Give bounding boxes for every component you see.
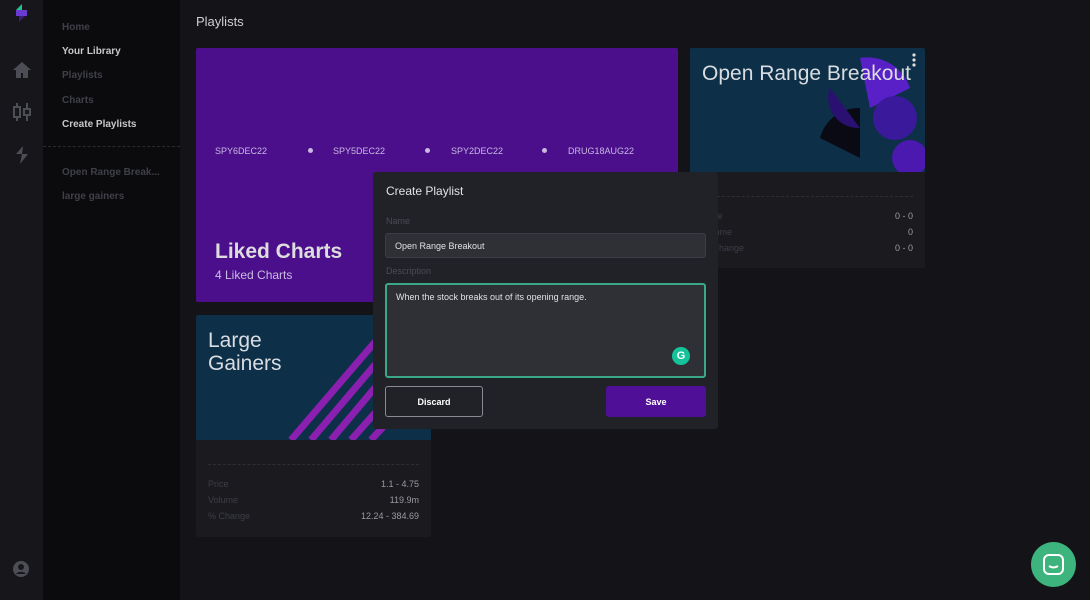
- account-icon[interactable]: [13, 561, 29, 577]
- ticker: SPY5DEC22: [333, 146, 386, 156]
- sidebar-item-playlists[interactable]: Playlists: [62, 70, 103, 81]
- chat-icon: [1043, 554, 1064, 575]
- sidebar-item-home[interactable]: Home: [62, 22, 90, 33]
- candlestick-icon[interactable]: [12, 102, 32, 122]
- playlist-stats: Price0 - 0 Volume0 % Change0 - 0: [702, 196, 913, 259]
- liked-charts-count: 4 Liked Charts: [215, 268, 293, 282]
- save-button[interactable]: Save: [606, 386, 706, 417]
- ticker: SPY2DEC22: [451, 146, 504, 156]
- description-label: Description: [386, 266, 432, 276]
- stat-row: Volume 119.9m: [208, 495, 419, 505]
- ticker: SPY6DEC22: [215, 146, 268, 156]
- description-textarea[interactable]: When the stock breaks out of its opening…: [385, 283, 706, 378]
- stat-row: Price 1.1 - 4.75: [208, 479, 419, 489]
- playlist-name: Large Gainers: [208, 329, 282, 375]
- more-options-icon[interactable]: [912, 53, 916, 67]
- page-title: Playlists: [196, 14, 244, 29]
- stat-row: % Change 12.24 - 384.69: [208, 511, 419, 521]
- sidebar-divider: [43, 146, 180, 147]
- dot-separator: [425, 148, 430, 153]
- playlist-stats: Price 1.1 - 4.75 Volume 119.9m % Change 12.…: [208, 464, 419, 527]
- create-playlist-dialog: Create Playlist Name Open Range Breakout…: [373, 172, 718, 429]
- sidebar-item-your-library[interactable]: Your Library: [62, 46, 121, 57]
- stat-row: Price0 - 0: [702, 211, 913, 221]
- playlist-cover: Open Range Breakout: [690, 48, 925, 172]
- ticker: DRUG18AUG22: [568, 146, 635, 156]
- playlist-name: Open Range Breakout: [702, 62, 911, 85]
- icon-rail: [0, 0, 43, 600]
- dialog-title: Create Playlist: [386, 184, 464, 198]
- playlist-card-open-range[interactable]: Open Range Breakout Price0 - 0 Volume0 %…: [690, 48, 925, 268]
- stat-row: % Change 0 - 0: [702, 243, 913, 253]
- discard-button[interactable]: Discard: [385, 386, 483, 417]
- sidebar-playlist-item[interactable]: large gainers: [62, 191, 124, 202]
- sidebar: Home Your Library Playlists Charts Creat…: [43, 0, 180, 600]
- chat-launcher-button[interactable]: [1031, 542, 1076, 587]
- bolt-icon[interactable]: [12, 145, 32, 165]
- grammarly-icon[interactable]: G: [672, 347, 690, 365]
- dot-separator: [308, 148, 313, 153]
- sidebar-item-create-playlists[interactable]: Create Playlists: [62, 119, 137, 130]
- liked-charts-title: Liked Charts: [215, 240, 343, 263]
- home-icon[interactable]: [12, 60, 32, 80]
- description-text: When the stock breaks out of its opening…: [396, 292, 587, 302]
- logo-icon[interactable]: [14, 4, 28, 22]
- name-label: Name: [386, 216, 411, 226]
- dot-separator: [542, 148, 547, 153]
- sidebar-item-charts[interactable]: Charts: [62, 95, 94, 106]
- sidebar-playlist-item[interactable]: Open Range Break...: [62, 167, 160, 178]
- name-input[interactable]: Open Range Breakout: [385, 233, 706, 258]
- stat-row: Volume0: [702, 227, 913, 237]
